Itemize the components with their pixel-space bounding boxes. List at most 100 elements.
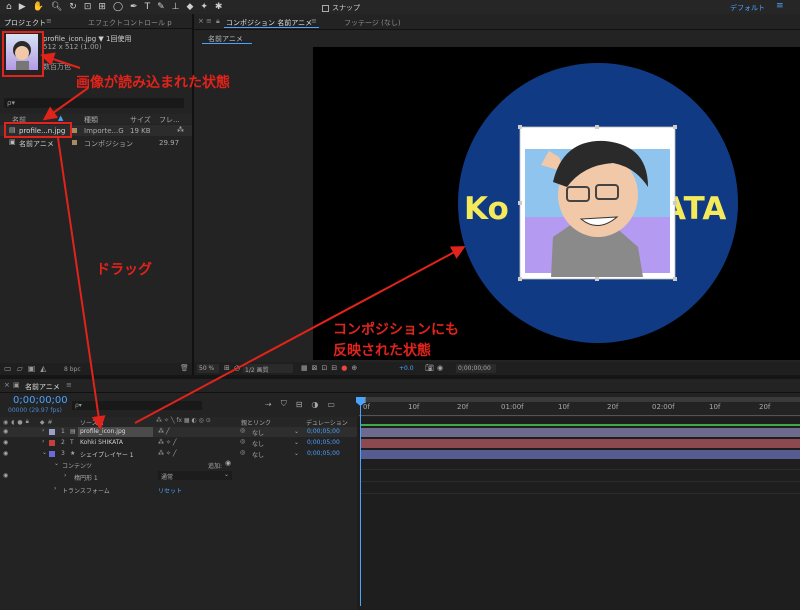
brush-tool-icon[interactable]: ✎ (157, 2, 165, 12)
chevron-down-icon[interactable]: ⌄ (294, 450, 299, 457)
table-row[interactable]: ◉ › 2 T Kohki SHIKATA ⁂ ✧ ╱ ◎ なし ⌄ 0;00;… (0, 438, 357, 448)
col-fps[interactable]: フレ... (159, 115, 180, 125)
list-item[interactable]: ▣ 名前アニメ コンポジション 29.97 (0, 137, 192, 148)
resolution-dropdown[interactable]: 1/2 画質 (243, 364, 293, 374)
guides-icon[interactable]: ⊟ (331, 364, 337, 372)
sort-icon[interactable]: ▲ (58, 114, 63, 122)
panel-menu-icon[interactable]: ≡ (206, 17, 212, 25)
layer-duration[interactable]: 0;00;05;00 (307, 428, 340, 435)
fit-icon[interactable]: ⊞ (224, 364, 230, 372)
project-search-input[interactable]: ρ▾ (4, 98, 184, 108)
solo-toggle-icon[interactable]: ● (17, 419, 22, 426)
exposure-icon[interactable]: ⊕ (351, 364, 357, 372)
visibility-eye-icon[interactable]: ◉ (3, 472, 8, 479)
roto-tool-icon[interactable]: ✦ (200, 2, 208, 12)
selection-tool-icon[interactable]: ▶ (19, 2, 26, 12)
interpret-footage-icon[interactable]: ▭ (4, 364, 12, 373)
composition-canvas[interactable]: Ko ATA (313, 47, 800, 360)
layer-track-bar[interactable] (360, 428, 800, 437)
col-duration[interactable]: デュレーション (306, 418, 348, 427)
add-icon[interactable]: ◉ (225, 459, 231, 467)
layer-duration[interactable]: 0;00;05;00 (307, 439, 340, 446)
col-size[interactable]: サイズ (130, 115, 151, 125)
camera-tool-icon[interactable]: ⊡ (84, 2, 92, 12)
exposure-value[interactable]: +0.0 (399, 365, 414, 372)
reset-link[interactable]: リセット (158, 486, 182, 495)
hand-tool-icon[interactable]: ✋ (33, 2, 44, 12)
timecode-icon[interactable]: ◴ (234, 364, 240, 372)
col-name[interactable]: 名前 (12, 115, 26, 125)
tab-project[interactable]: プロジェクト (4, 18, 46, 28)
mask-icon[interactable]: ⊡ (322, 364, 328, 372)
panel-menu-icon[interactable]: ≡ (46, 17, 52, 25)
visibility-eye-icon[interactable]: ◉ (3, 450, 8, 457)
comp-timecode[interactable]: 0;00;00;00 (456, 364, 496, 373)
video-toggle-icon[interactable]: ◉ (3, 419, 8, 426)
expand-chevron-icon[interactable]: › (42, 427, 44, 434)
layer-label-color[interactable] (49, 440, 55, 446)
layer-switches[interactable]: ⁂ ╱ (158, 428, 170, 435)
panel-menu-icon[interactable]: ≡ (66, 381, 72, 389)
rotate-tool-icon[interactable]: ↻ (69, 2, 77, 12)
show-snapshot-icon[interactable]: ◉ (437, 364, 443, 372)
chevron-down-icon[interactable]: ⌄ (294, 439, 299, 446)
pickwhip-icon[interactable]: ◎ (240, 449, 245, 456)
transparency-grid-icon[interactable]: ⊠ (312, 364, 318, 372)
new-composition-icon[interactable]: ▣ (28, 364, 36, 373)
expand-chevron-icon[interactable]: › (54, 485, 56, 492)
list-item[interactable]: ▤ profile...n.jpg Importe...G 19 KB ⁂ (0, 125, 192, 136)
snap-checkbox[interactable] (322, 4, 329, 12)
layer-name[interactable]: Kohki SHIKATA (80, 439, 123, 446)
workspace-label[interactable]: デフォルト (730, 3, 765, 13)
label-icon[interactable]: ◆ (40, 419, 45, 426)
ellipse-label[interactable]: 楕円形 1 (74, 473, 98, 482)
visibility-eye-icon[interactable]: ◉ (3, 439, 8, 446)
parent-dropdown[interactable]: なし (252, 439, 264, 448)
layer-label-color[interactable] (49, 429, 55, 435)
lock-toggle-icon[interactable]: 🔒︎ (26, 418, 29, 426)
region-icon[interactable]: ▦ (301, 364, 308, 372)
time-ruler[interactable]: 0f 10f 20f 01:00f 10f 20f 02:00f 10f 20f (357, 397, 800, 417)
expand-chevron-icon[interactable]: ⌄ (54, 460, 59, 467)
current-time-indicator[interactable] (360, 401, 361, 606)
zoom-dropdown[interactable]: 50 % (197, 364, 219, 373)
draft-3d-icon[interactable]: ⇢ (265, 400, 272, 409)
layer-track-bar[interactable] (360, 439, 800, 448)
tab-timeline[interactable]: 名前アニメ (25, 382, 60, 392)
expand-chevron-icon[interactable]: › (64, 472, 66, 479)
new-folder-icon[interactable]: ▱ (17, 364, 23, 373)
type-tool-icon[interactable]: T (145, 2, 151, 12)
motion-blur-icon[interactable]: ◑ (311, 400, 318, 409)
lock-icon[interactable]: 🔒︎ (216, 17, 220, 26)
layer-name[interactable]: シェイプレイヤー 1 (80, 450, 134, 459)
tab-effects[interactable]: エフェクトコントロール p (88, 18, 172, 28)
expand-chevron-icon[interactable]: ⌄ (42, 449, 47, 456)
col-source-name[interactable]: ソース名 (80, 418, 104, 427)
tab-footage[interactable]: フッテージ (なし) (344, 18, 401, 28)
frame-blend-icon[interactable]: ⊟ (296, 400, 303, 409)
trash-icon[interactable]: 🗑︎ (180, 364, 189, 372)
visibility-eye-icon[interactable]: ◉ (3, 428, 8, 435)
snapshot-icon[interactable]: 📷︎ (425, 364, 434, 372)
current-timecode[interactable]: 0;00;00;00 (13, 395, 68, 406)
close-icon[interactable]: × (198, 17, 204, 25)
close-icon[interactable]: × (4, 381, 10, 389)
profile-image-layer[interactable] (518, 125, 677, 281)
layer-switches[interactable]: ⁂ ✧ ╱ (158, 439, 176, 446)
col-type[interactable]: 種類 (84, 115, 98, 125)
parent-dropdown[interactable]: なし (252, 428, 264, 437)
expand-chevron-icon[interactable]: › (42, 438, 44, 445)
bpc-label[interactable]: 8 bpc (64, 366, 81, 373)
contents-label[interactable]: コンテンツ (62, 461, 92, 470)
puppet-tool-icon[interactable]: ✱ (215, 2, 223, 12)
audio-toggle-icon[interactable]: ◖ (11, 419, 14, 426)
parent-dropdown[interactable]: なし (252, 450, 264, 459)
layer-label-color[interactable] (49, 451, 55, 457)
transform-label[interactable]: トランスフォーム (62, 486, 110, 495)
shape-tool-icon[interactable]: ◯ (113, 2, 123, 12)
layer-switches[interactable]: ⁂ ✧ ╱ (158, 450, 176, 457)
pan-tool-icon[interactable]: ⊞ (98, 2, 106, 12)
layer-track-bar[interactable] (360, 450, 800, 459)
graph-editor-icon[interactable]: ▭ (327, 400, 335, 409)
pen-tool-icon[interactable]: ✒ (130, 2, 138, 12)
